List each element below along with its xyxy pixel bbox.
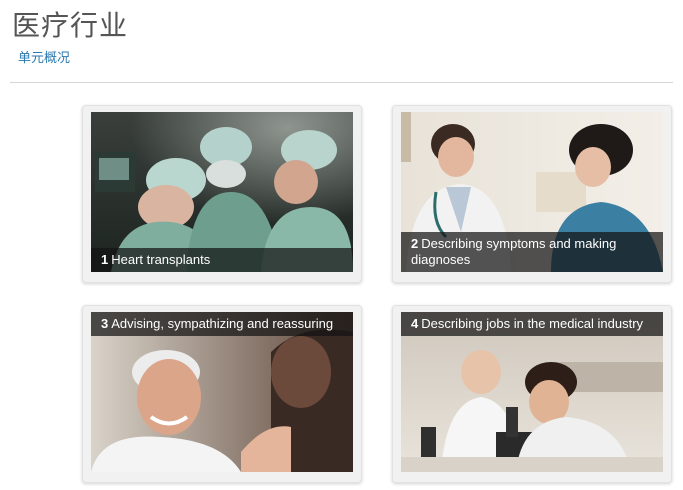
unit-caption-1: 1 Heart transplants xyxy=(91,248,353,272)
unit-number: 3 xyxy=(101,316,109,331)
unit-title: Heart transplants xyxy=(111,252,211,267)
elderly-patient-smiling-photo: 3 Advising, sympathizing and reassuring xyxy=(91,312,353,472)
unit-title: Advising, sympathizing and reassuring xyxy=(111,316,334,331)
unit-card-3[interactable]: 3 Advising, sympathizing and reassuring xyxy=(82,305,362,483)
unit-title: Describing symptoms and making diagnoses xyxy=(411,236,617,267)
unit-card-1[interactable]: 1 Heart transplants xyxy=(82,105,362,283)
divider xyxy=(10,82,673,83)
unit-caption-2: 2 Describing symptoms and making diagnose… xyxy=(401,232,663,272)
unit-card-4[interactable]: 4 Describing jobs in the medical industry xyxy=(392,305,672,483)
unit-caption-3: 3 Advising, sympathizing and reassuring xyxy=(91,312,353,336)
unit-caption-4: 4 Describing jobs in the medical industry xyxy=(401,312,663,336)
breadcrumb-unit-overview[interactable]: 单元概况 xyxy=(18,47,70,66)
unit-card-2[interactable]: 2 Describing symptoms and making diagnose… xyxy=(392,105,672,283)
page: 医疗行业 单元概况 1 Heart transplants 2 Describi… xyxy=(0,0,683,490)
elderly-patient-image xyxy=(91,312,353,472)
lab-microscope-image xyxy=(401,312,663,472)
unit-number: 4 xyxy=(411,316,419,331)
page-title: 医疗行业 xyxy=(12,9,129,42)
unit-title: Describing jobs in the medical industry xyxy=(421,316,644,331)
unit-number: 1 xyxy=(101,252,109,267)
lab-microscope-photo: 4 Describing jobs in the medical industry xyxy=(401,312,663,472)
doctor-patient-consultation-photo: 2 Describing symptoms and making diagnose… xyxy=(401,112,663,272)
surgeons-operating-photo: 1 Heart transplants xyxy=(91,112,353,272)
unit-number: 2 xyxy=(411,236,419,251)
